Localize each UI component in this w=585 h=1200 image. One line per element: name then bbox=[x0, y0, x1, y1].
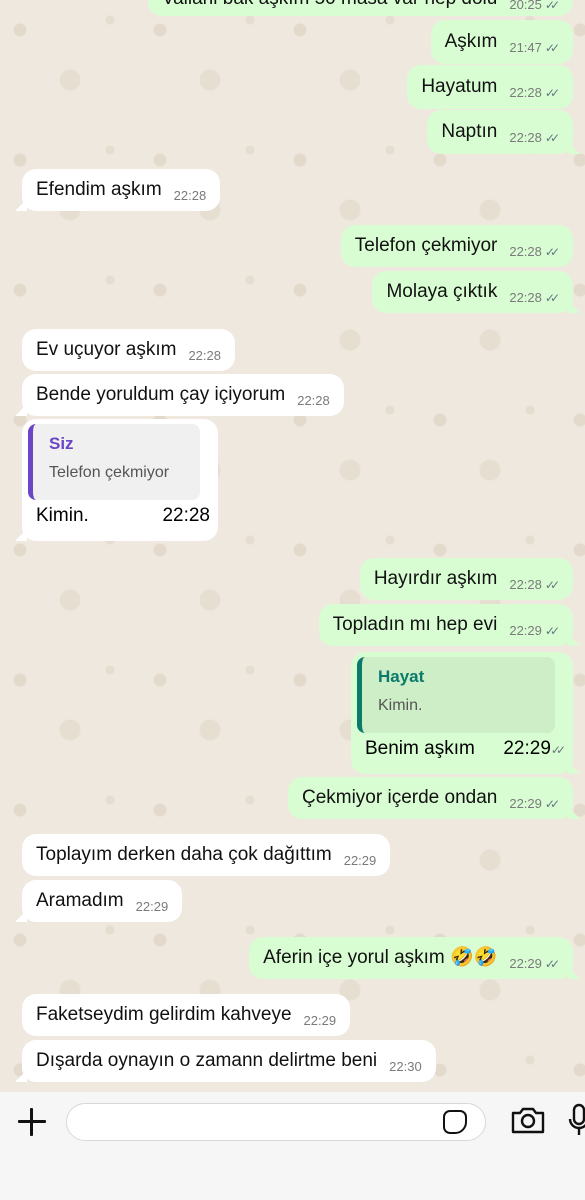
sticker-icon[interactable] bbox=[443, 1110, 467, 1134]
message-time: 22:28 bbox=[509, 85, 542, 101]
message-text: Efendim aşkım bbox=[36, 178, 162, 200]
message-time: 22:29 bbox=[343, 853, 377, 869]
read-receipt-icon: ✓✓ bbox=[544, 0, 560, 12]
chat-area[interactable]: Vallahi bak aşkım 50 masa var hep dolu 20… bbox=[0, 0, 585, 1092]
message-time: 22:29 bbox=[509, 796, 542, 812]
message-text: Toplayım derken daha çok dağıttım bbox=[36, 843, 332, 865]
outgoing-message[interactable]: Molaya çıktık 22:28 ✓✓ bbox=[372, 271, 580, 313]
outgoing-message[interactable]: Çekmiyor içerde ondan 22:29 ✓✓ bbox=[287, 777, 581, 819]
message-time: 22:28 bbox=[297, 393, 330, 409]
message-time: 22:30 bbox=[389, 1059, 422, 1075]
read-receipt-icon: ✓✓ bbox=[544, 796, 560, 811]
message-time: 22:28 bbox=[162, 505, 210, 526]
outgoing-message[interactable]: Topladın mı hep evi 22:29 ✓✓ bbox=[318, 604, 581, 646]
outgoing-message[interactable]: Hayat Kimin. Benim aşkım 22:29✓✓ bbox=[351, 652, 580, 774]
plus-icon[interactable] bbox=[16, 1106, 48, 1138]
message-time: 22:29 bbox=[303, 1013, 337, 1029]
message-text: Vallahi bak aşkım 50 masa var hep dolu bbox=[162, 0, 498, 10]
quoted-sender: Siz bbox=[49, 434, 74, 453]
read-receipt-icon: ✓✓ bbox=[544, 290, 560, 305]
message-text: Aramadım bbox=[36, 889, 124, 911]
quoted-reply[interactable]: Siz Telefon çekmiyor bbox=[28, 424, 200, 500]
incoming-message[interactable]: Bende yoruldum çay içiyorum 22:28 bbox=[15, 374, 344, 416]
message-text: Benim aşkım bbox=[365, 738, 475, 759]
quoted-sender: Hayat bbox=[378, 667, 425, 686]
outgoing-message[interactable]: Hayatum 22:28 ✓✓ bbox=[407, 65, 573, 109]
read-receipt-icon: ✓✓ bbox=[544, 577, 560, 592]
message-time: 22:28 bbox=[509, 244, 542, 260]
incoming-message[interactable]: Aramadım 22:29 bbox=[14, 880, 183, 922]
read-receipt-icon: ✓✓ bbox=[544, 85, 560, 100]
message-text: Molaya çıktık bbox=[386, 280, 498, 302]
message-time: 22:28 bbox=[188, 348, 221, 364]
read-receipt-icon: ✓✓ bbox=[544, 40, 560, 55]
incoming-message[interactable]: Toplayım derken daha çok dağıttım 22:29 bbox=[22, 834, 391, 876]
outgoing-message[interactable]: Telefon çekmiyor 22:28 ✓✓ bbox=[340, 225, 573, 267]
outgoing-message[interactable]: Naptın 22:28 ✓✓ bbox=[427, 110, 580, 154]
message-time: 22:28 bbox=[173, 188, 207, 204]
outgoing-message[interactable]: Aferin içe yorul aşkım 🤣🤣 22:29 ✓✓ bbox=[249, 937, 580, 979]
quoted-text: Telefon çekmiyor bbox=[49, 464, 170, 481]
message-text: Aşkım bbox=[444, 30, 498, 52]
camera-icon[interactable] bbox=[510, 1105, 546, 1135]
message-text: Ev uçuyor aşkım bbox=[36, 338, 177, 360]
message-text: Çekmiyor içerde ondan bbox=[301, 786, 498, 808]
message-input[interactable] bbox=[66, 1103, 486, 1141]
message-text: Naptın bbox=[441, 120, 498, 142]
message-text: Bende yoruldum çay içiyorum bbox=[36, 383, 286, 405]
incoming-message[interactable]: Faketseydim gelirdim kahveye 22:29 bbox=[22, 994, 351, 1036]
outgoing-message[interactable]: Hayırdır aşkım 22:28 ✓✓ bbox=[359, 558, 573, 600]
quoted-text: Kimin. bbox=[378, 697, 423, 714]
microphone-icon[interactable] bbox=[568, 1103, 585, 1137]
message-text: Telefon çekmiyor bbox=[354, 234, 498, 256]
outgoing-message[interactable]: Vallahi bak aşkım 50 masa var hep dolu 20… bbox=[147, 0, 573, 16]
incoming-message[interactable]: Dışarda oynayın o zamann delirtme beni 22… bbox=[15, 1040, 436, 1082]
message-time: 22:28 bbox=[509, 290, 542, 306]
message-text: Hayırdır aşkım bbox=[373, 567, 498, 589]
read-receipt-icon: ✓✓ bbox=[544, 956, 560, 971]
incoming-message[interactable]: Ev uçuyor aşkım 22:28 bbox=[22, 329, 235, 371]
message-time: 20:25 bbox=[509, 0, 542, 13]
message-time: 21:47 bbox=[509, 40, 542, 56]
message-time: 22:29 bbox=[503, 738, 551, 759]
message-time: 22:28 bbox=[509, 577, 542, 593]
read-receipt-icon: ✓✓ bbox=[544, 623, 560, 638]
read-receipt-icon: ✓✓ bbox=[550, 743, 566, 757]
message-text: Aferin içe yorul aşkım 🤣🤣 bbox=[263, 946, 498, 968]
message-text: Faketseydim gelirdim kahveye bbox=[36, 1003, 292, 1025]
message-time: 22:29 bbox=[509, 956, 542, 972]
message-time: 22:28 bbox=[509, 130, 542, 146]
read-receipt-icon: ✓✓ bbox=[544, 130, 560, 145]
message-time: 22:29 bbox=[509, 623, 542, 639]
message-time: 22:29 bbox=[135, 899, 169, 915]
read-receipt-icon: ✓✓ bbox=[544, 244, 560, 259]
incoming-message[interactable]: Efendim aşkım 22:28 bbox=[14, 169, 221, 211]
message-text: Topladın mı hep evi bbox=[332, 613, 498, 635]
outgoing-message[interactable]: Aşkım 21:47 ✓✓ bbox=[430, 20, 573, 64]
message-text: Dışarda oynayın o zamann delirtme beni bbox=[36, 1049, 378, 1071]
quoted-reply[interactable]: Hayat Kimin. bbox=[357, 657, 555, 733]
message-text: Kimin. bbox=[36, 505, 89, 526]
incoming-message[interactable]: Siz Telefon çekmiyor Kimin. 22:28 bbox=[15, 419, 218, 541]
message-text: Hayatum bbox=[421, 75, 498, 97]
